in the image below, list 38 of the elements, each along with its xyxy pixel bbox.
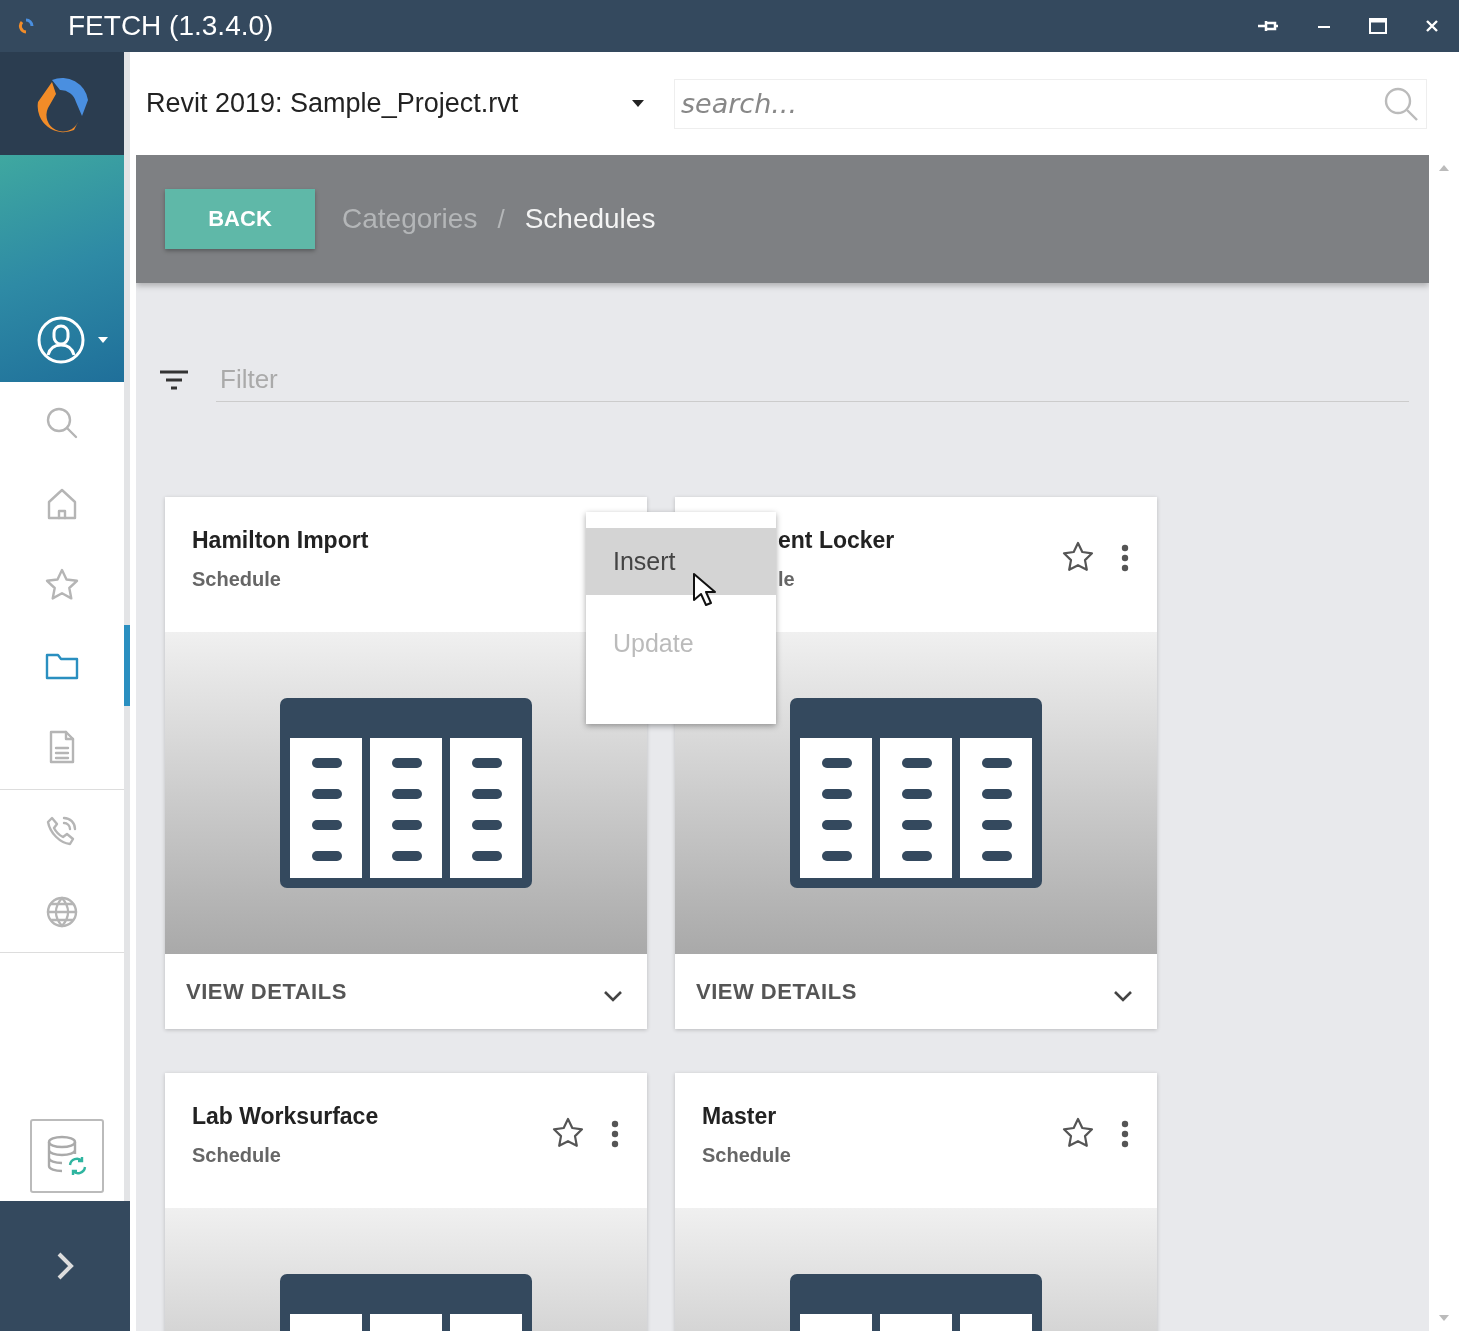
filter-icon[interactable]: [158, 368, 190, 392]
star-icon[interactable]: [1061, 540, 1095, 574]
star-icon: [44, 566, 80, 603]
card-subtitle: Schedule: [192, 1144, 282, 1167]
more-icon[interactable]: [1121, 1120, 1129, 1148]
caret-icon[interactable]: [98, 337, 108, 343]
app-logo-icon: [18, 18, 34, 34]
cursor-icon: [692, 572, 716, 608]
chevron-down-icon[interactable]: [1113, 989, 1133, 1002]
window-title: FETCH (1.3.4.0): [68, 10, 274, 42]
close-icon[interactable]: [1425, 19, 1439, 33]
search-field[interactable]: search...: [674, 78, 1427, 129]
breadcrumb-link[interactable]: Schedules: [524, 203, 656, 235]
breadcrumb-separator: /: [497, 203, 505, 235]
table-icon: [280, 698, 532, 888]
card-subtitle: le: [778, 568, 796, 591]
user-icon[interactable]: [36, 315, 86, 365]
table-icon: [790, 698, 1042, 888]
project-dropdown[interactable]: Revit 2019: Sample_Project.rvt: [146, 88, 644, 119]
more-icon[interactable]: [611, 1120, 619, 1148]
maximize-icon[interactable]: [1369, 18, 1387, 34]
chevron-right-icon[interactable]: [55, 1250, 75, 1282]
card-title: Lab Worksurface: [192, 1103, 380, 1130]
star-icon[interactable]: [551, 1116, 585, 1150]
card-title: Master: [702, 1103, 778, 1130]
filter-field[interactable]: Filter: [216, 358, 1409, 402]
card-subtitle: Schedule: [192, 568, 282, 591]
chevron-down-icon[interactable]: [603, 989, 623, 1002]
caret-icon: [632, 100, 644, 107]
star-icon[interactable]: [1061, 1116, 1095, 1150]
view-details-link[interactable]: VIEW DETAILS: [186, 978, 347, 1005]
card-title: Hamilton Import: [192, 527, 370, 554]
pin-icon[interactable]: [1257, 18, 1279, 34]
view-details-link[interactable]: VIEW DETAILS: [696, 978, 857, 1005]
card-subtitle: Schedule: [702, 1144, 792, 1167]
menu-item[interactable]: Insert: [586, 528, 776, 595]
more-icon[interactable]: [1121, 544, 1129, 572]
card-title: ent Locker: [778, 527, 896, 554]
